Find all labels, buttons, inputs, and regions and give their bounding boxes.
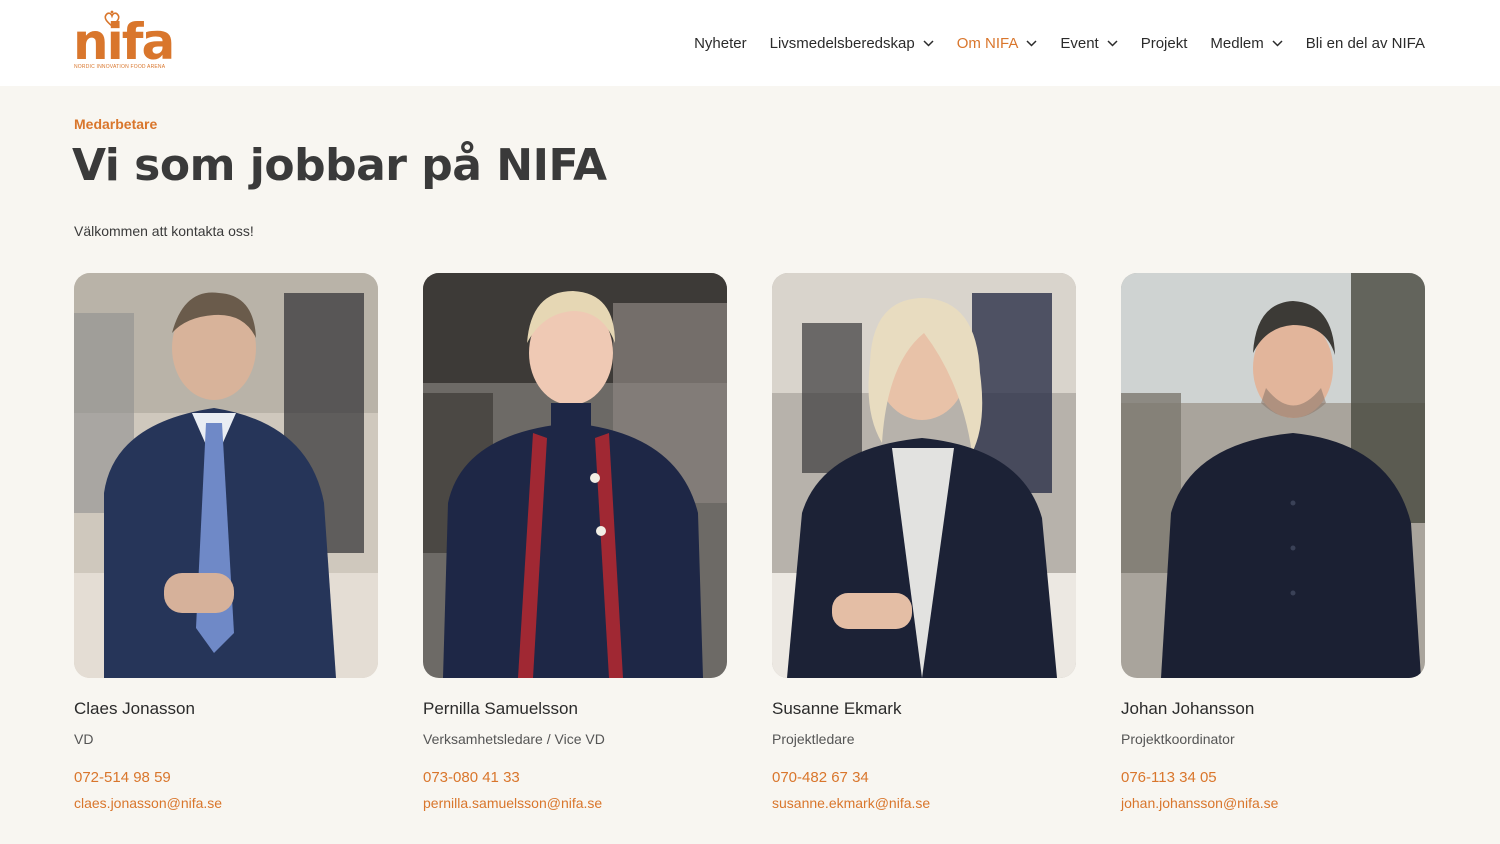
- nav-item-projekt[interactable]: Projekt: [1141, 35, 1188, 52]
- nav-item-label: Nyheter: [694, 34, 747, 52]
- staff-role: Projektledare: [772, 731, 855, 747]
- nifa-logo[interactable]: nifa NORDIC INNOVATION FOOD ARENA: [73, 10, 175, 74]
- staff-phone-link[interactable]: 072-514 98 59: [74, 769, 378, 786]
- nav-item-om-nifa[interactable]: Om NIFA: [957, 35, 1038, 52]
- staff-card: Pernilla Samuelsson Verksamhetsledare / …: [423, 273, 727, 811]
- nav-item-label: Bli en del av NIFA: [1305, 34, 1425, 52]
- staff-role: Projektkoordinator: [1121, 731, 1235, 747]
- staff-photo: [772, 273, 1076, 678]
- staff-email-link[interactable]: susanne.ekmark@nifa.se: [772, 795, 1076, 811]
- staff-card: Susanne Ekmark Projektledare 070-482 67 …: [772, 273, 1076, 811]
- staff-role: VD: [74, 731, 94, 747]
- site-header: nifa NORDIC INNOVATION FOOD ARENA Nyhete…: [0, 0, 1500, 86]
- heart-icon: [104, 10, 120, 28]
- staff-photo: [74, 273, 378, 678]
- nav-item-event[interactable]: Event: [1060, 34, 1118, 52]
- staff-phone-link[interactable]: 073-080 41 33: [423, 769, 727, 786]
- intro-text: Välkommen att kontakta oss!: [74, 223, 254, 239]
- nav-item-label: Event: [1060, 34, 1099, 52]
- staff-email-link[interactable]: johan.johansson@nifa.se: [1121, 795, 1425, 811]
- staff-role: Verksamhetsledare / Vice VD: [423, 731, 605, 747]
- nav-item-label: Medlem: [1210, 34, 1264, 52]
- staff-phone-link[interactable]: 076-113 34 05: [1121, 769, 1425, 786]
- nav-item-label: Om NIFA: [956, 34, 1019, 52]
- nav-item-nyheter[interactable]: Nyheter: [694, 35, 747, 52]
- staff-name: Susanne Ekmark: [772, 699, 902, 718]
- staff-name: Johan Johansson: [1121, 699, 1255, 718]
- nav-item-label: Livsmedelsberedskap: [769, 34, 915, 52]
- staff-card: Claes Jonasson VD 072-514 98 59 claes.jo…: [74, 273, 378, 811]
- chevron-down-icon: [1107, 39, 1118, 47]
- chevron-down-icon: [1026, 39, 1037, 47]
- nav-item-livsmedelsberedskap[interactable]: Livsmedelsberedskap: [770, 35, 934, 52]
- staff-photo: [423, 273, 727, 678]
- staff-phone-link[interactable]: 070-482 67 34: [772, 769, 1076, 786]
- nav-item-label: Projekt: [1140, 34, 1188, 52]
- nav-item-bli-en-del[interactable]: Bli en del av NIFA: [1306, 35, 1425, 52]
- staff-photo: [1121, 273, 1425, 678]
- staff-name: Claes Jonasson: [74, 699, 195, 718]
- page-title: Vi som jobbar på NIFA: [72, 140, 607, 191]
- section-eyebrow: Medarbetare: [74, 116, 158, 132]
- chevron-down-icon: [923, 39, 934, 47]
- nav-item-medlem[interactable]: Medlem: [1210, 34, 1283, 52]
- chevron-down-icon: [1272, 39, 1283, 47]
- staff-email-link[interactable]: claes.jonasson@nifa.se: [74, 795, 378, 811]
- staff-name: Pernilla Samuelsson: [423, 699, 578, 718]
- staff-email-link[interactable]: pernilla.samuelsson@nifa.se: [423, 795, 727, 811]
- staff-card: Johan Johansson Projektkoordinator 076-1…: [1121, 273, 1425, 811]
- main-navigation: Nyheter Livsmedelsberedskap Om NIFA Even…: [671, 30, 1425, 56]
- logo-wordmark: nifa: [73, 13, 175, 71]
- logo-tagline: NORDIC INNOVATION FOOD ARENA: [74, 64, 166, 70]
